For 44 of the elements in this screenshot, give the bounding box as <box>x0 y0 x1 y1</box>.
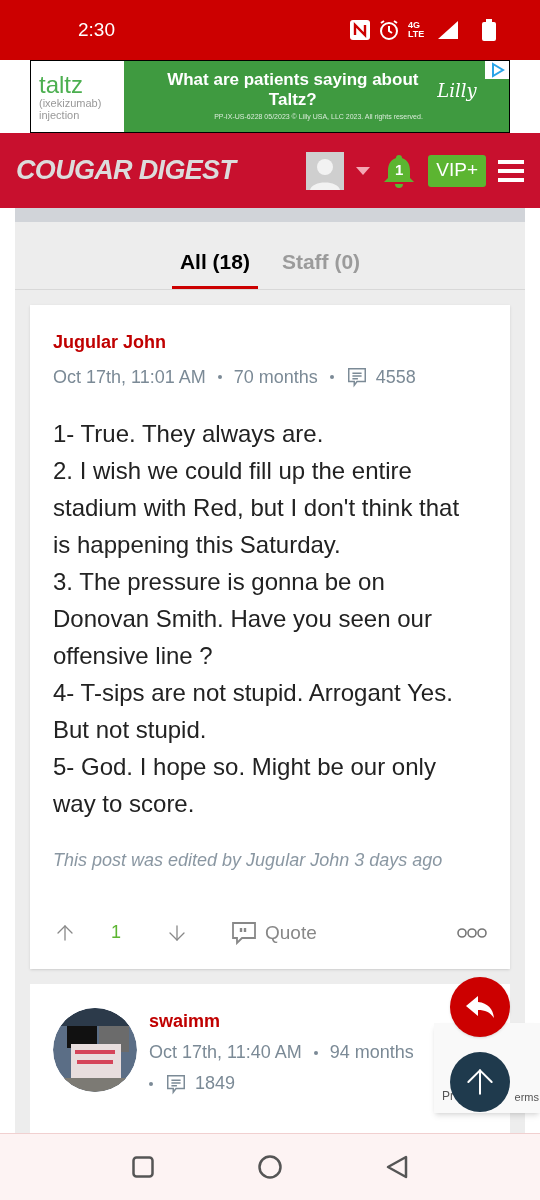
separator-dot <box>313 1050 318 1055</box>
recents-icon[interactable] <box>132 1156 154 1178</box>
quote-button[interactable]: Quote <box>231 918 317 947</box>
dropdown-caret-icon[interactable] <box>356 166 371 175</box>
message-icon <box>165 1072 187 1095</box>
ad-headline: What are patients saying about Taltz? <box>166 70 420 111</box>
nfc-icon <box>350 20 370 40</box>
author-name[interactable]: Jugular John <box>53 328 487 356</box>
author-name[interactable]: swaimm <box>149 1008 419 1035</box>
signal-icon <box>438 21 458 39</box>
clock-time: 2:30 <box>78 17 115 42</box>
ad-choices-icon[interactable] <box>485 61 509 79</box>
network-type: 4G LTE <box>408 21 426 39</box>
site-logo[interactable]: COUGAR DIGEST <box>16 150 236 191</box>
post-body: 1- True. They always are. 2. I wish we could fill up the entire stadium with Red, but I don't think that is happening this Saturday. 3. The pressure is gonna be on Donovan Smith. Have you seen our offensive line ? 4- T-sips are not stupid. Arrogant Yes. But not stupid. 5- God. I hope so. Might be our only way to score. <box>53 418 461 819</box>
recaptcha-terms-link[interactable]: erms <box>514 1088 539 1105</box>
post-date: Oct 17th, 11:01 AM <box>53 365 206 389</box>
more-options-button[interactable] <box>457 927 487 938</box>
back-icon[interactable] <box>386 1155 408 1179</box>
reply-arrow-icon <box>466 996 494 1018</box>
battery-icon <box>482 19 496 41</box>
menu-icon[interactable] <box>498 159 524 182</box>
recaptcha-privacy-link[interactable]: Pr <box>442 1087 454 1105</box>
vote-count: 1 <box>111 921 121 945</box>
post-count: 4558 <box>375 365 416 389</box>
separator-dot <box>329 375 334 379</box>
member-tenure: 70 months <box>233 365 318 389</box>
ad-sponsor-logo: Lilly <box>437 78 477 103</box>
user-avatar[interactable] <box>306 151 345 190</box>
home-icon[interactable] <box>258 1155 282 1179</box>
separator-dot <box>217 375 222 379</box>
quote-icon <box>231 920 257 945</box>
alarm-icon <box>378 19 400 41</box>
edit-note: This post was edited by Jugular John 3 days ago <box>53 848 444 872</box>
ad-brand-logo: taltz <box>39 72 84 97</box>
ad-dosage-form: injection <box>39 108 80 121</box>
member-tenure: 94 months <box>329 1041 414 1064</box>
post-count: 1849 <box>195 1072 236 1095</box>
separator-dot <box>149 1081 153 1086</box>
message-icon <box>345 366 368 388</box>
ad-generic-name: (ixekizumab) <box>39 96 103 109</box>
more-icon <box>457 927 487 938</box>
filter-tab[interactable]: All (18) <box>171 246 258 289</box>
post-date: Oct 17th, 11:40 AM <box>149 1041 302 1064</box>
